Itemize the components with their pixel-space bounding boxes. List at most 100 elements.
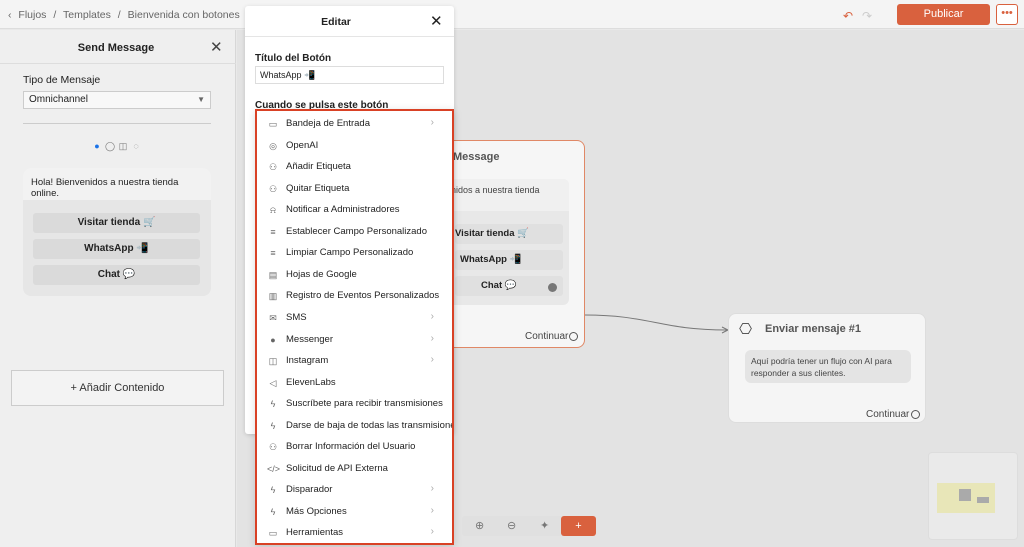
zoom-in-icon[interactable]: ⊕ [475, 519, 484, 532]
messenger-icon[interactable]: ● [91, 140, 103, 152]
zoom-out-icon[interactable]: ⊖ [507, 519, 516, 532]
database-icon: ≡ [270, 248, 276, 259]
menu-item-label: Solicitud de API Externa [286, 462, 388, 474]
menu-item[interactable]: ▥ Registro de Eventos Personalizados [257, 286, 452, 306]
chevron-down-icon: ▼ [197, 95, 205, 104]
bell-icon: ⍾ [270, 205, 276, 216]
menu-item-label: Notificar a Administradores [286, 204, 400, 216]
add-content-button[interactable]: + Añadir Contenido [11, 370, 224, 406]
menu-item-label: Limpiar Campo Personalizado [286, 247, 414, 259]
chevron-right-icon: › [430, 483, 434, 495]
node-message-text: Aquí podría tener un flujo con AI para r… [745, 350, 911, 383]
menu-item-label: Borrar Información del Usuario [286, 441, 416, 453]
add-node-button[interactable]: + [561, 516, 596, 536]
button-visitar-tienda[interactable]: Visitar tienda 🛒 [33, 213, 200, 233]
button-whatsapp[interactable]: WhatsApp 📲 [33, 239, 200, 259]
menu-item[interactable]: ϟ Darse de baja de todas las transmisione… [257, 416, 452, 436]
menu-item[interactable]: ◎ OpenAI [257, 136, 452, 156]
menu-item-label: Darse de baja de todas las transmisiones [286, 419, 454, 431]
menu-item-label: SMS [286, 311, 307, 323]
menu-item[interactable]: ϟ Disparador › [257, 480, 452, 500]
menu-item-label: Messenger [286, 333, 333, 345]
chevron-right-icon: › [430, 332, 434, 344]
speaker-icon: ◁ [269, 377, 277, 388]
menu-item[interactable]: ⚇ Añadir Etiqueta [257, 157, 452, 177]
message-text: Hola! Bienvenidos a nuestra tienda onlin… [23, 168, 211, 200]
node-button-whatsapp[interactable]: WhatsApp 📲 [455, 250, 563, 270]
menu-item[interactable]: ◫ Instagram › [257, 351, 452, 371]
dialog-title: Editar [321, 16, 351, 28]
fit-view-icon[interactable]: ✦ [540, 519, 549, 532]
message-type-value: Omnichannel [29, 94, 88, 105]
type-label: Tipo de Mensaje [23, 74, 101, 86]
menu-item-label: OpenAI [286, 139, 319, 151]
menu-item[interactable]: ● Messenger › [257, 330, 452, 350]
menu-item[interactable]: ⚇ Borrar Información del Usuario [257, 437, 452, 457]
menu-item-label: Añadir Etiqueta [286, 161, 351, 173]
message-type-select[interactable]: Omnichannel ▼ [23, 91, 211, 109]
instagram-icon[interactable]: ◫ [117, 140, 129, 152]
close-icon[interactable]: ✕ [210, 38, 223, 56]
whatsapp-icon[interactable]: ◯ [104, 140, 116, 152]
menu-item[interactable]: </> Solicitud de API Externa [257, 459, 452, 479]
chevron-right-icon: › [430, 526, 434, 538]
code-icon: </> [267, 463, 281, 474]
menu-item[interactable]: ⍾ Notificar a Administradores [257, 200, 452, 220]
menu-item[interactable]: ▤ Hojas de Google [257, 265, 452, 285]
chat-icon[interactable]: ◌ [130, 140, 142, 152]
chevron-right-icon: › [430, 504, 434, 516]
continue-label: Continuar [866, 409, 910, 420]
bolt-icon: ϟ [270, 399, 276, 410]
menu-item[interactable]: ✉ SMS › [257, 308, 452, 328]
remove-tag-icon: ⚇ [268, 183, 278, 194]
message-preview-card: Hola! Bienvenidos a nuestra tienda onlin… [23, 168, 211, 296]
button-title-label: Título del Botón [255, 53, 332, 64]
menu-item[interactable]: ▭ Herramientas › [257, 523, 452, 543]
user-remove-icon: ⚇ [268, 442, 278, 453]
panel-title: Send Message [77, 42, 155, 54]
minimap-node [977, 497, 989, 503]
connection-handle[interactable] [548, 283, 557, 292]
menu-item[interactable]: ≡ Limpiar Campo Personalizado [257, 243, 452, 263]
menu-item[interactable]: ≡ Establecer Campo Personalizado [257, 222, 452, 242]
chevron-right-icon: › [430, 310, 434, 322]
continue-handle[interactable] [911, 410, 920, 419]
node-title: Message [453, 151, 500, 163]
node-message-text: nidos a nuestra tienda [445, 179, 569, 211]
menu-item[interactable]: ϟ Suscríbete para recibir transmisiones [257, 394, 452, 414]
minimap[interactable] [928, 452, 1018, 540]
analytics-icon: ▥ [268, 291, 278, 302]
add-tag-icon: ⚇ [268, 162, 278, 173]
toolbox-icon: ▭ [268, 528, 278, 539]
menu-item[interactable]: ⚇ Quitar Etiqueta [257, 179, 452, 199]
menu-item-label: Hojas de Google [286, 268, 357, 280]
menu-item[interactable]: ▭ Bandeja de Entrada › [257, 114, 452, 134]
action-menu: ▭ Bandeja de Entrada › ◎ OpenAI ⚇ Añadir Etiqu… [255, 109, 454, 545]
openai-icon: ⎔ [739, 321, 753, 338]
enviar-mensaje-node[interactable]: ⎔ Enviar mensaje #1 Aquí podría tener un… [728, 313, 926, 423]
inbox-icon: ▭ [268, 119, 278, 129]
continue-handle[interactable] [569, 332, 578, 341]
trigger-icon: ϟ [270, 485, 276, 496]
menu-item[interactable]: ◁ ElevenLabs [257, 373, 452, 393]
continue-label: Continuar [525, 331, 569, 342]
instagram-icon: ◫ [268, 356, 278, 367]
menu-item[interactable]: ϟ Más Opciones › [257, 502, 452, 522]
button-title-input[interactable]: WhatsApp 📲 [255, 66, 444, 84]
sheet-icon: ▤ [268, 269, 278, 280]
send-message-panel: Send Message ✕ Tipo de Mensaje Omnichann… [0, 30, 236, 547]
chevron-right-icon: › [430, 354, 434, 366]
database-icon: ≡ [270, 226, 276, 237]
close-icon[interactable]: ✕ [430, 12, 443, 30]
menu-item-label: Bandeja de Entrada [286, 118, 370, 129]
menu-item-label: Herramientas [286, 527, 344, 539]
button-chat[interactable]: Chat 💬 [33, 265, 200, 285]
menu-item-label: Instagram [286, 355, 329, 367]
menu-item-label: ElevenLabs [286, 376, 336, 388]
add-content-label: Añadir Contenido [79, 382, 165, 394]
bolt-icon: ϟ [270, 420, 276, 431]
node-button-chat[interactable]: Chat 💬 [455, 276, 563, 296]
openai-icon: ◎ [269, 140, 277, 151]
node-button-visitar[interactable]: Visitar tienda 🛒 [455, 224, 563, 244]
minimap-node [959, 489, 971, 501]
